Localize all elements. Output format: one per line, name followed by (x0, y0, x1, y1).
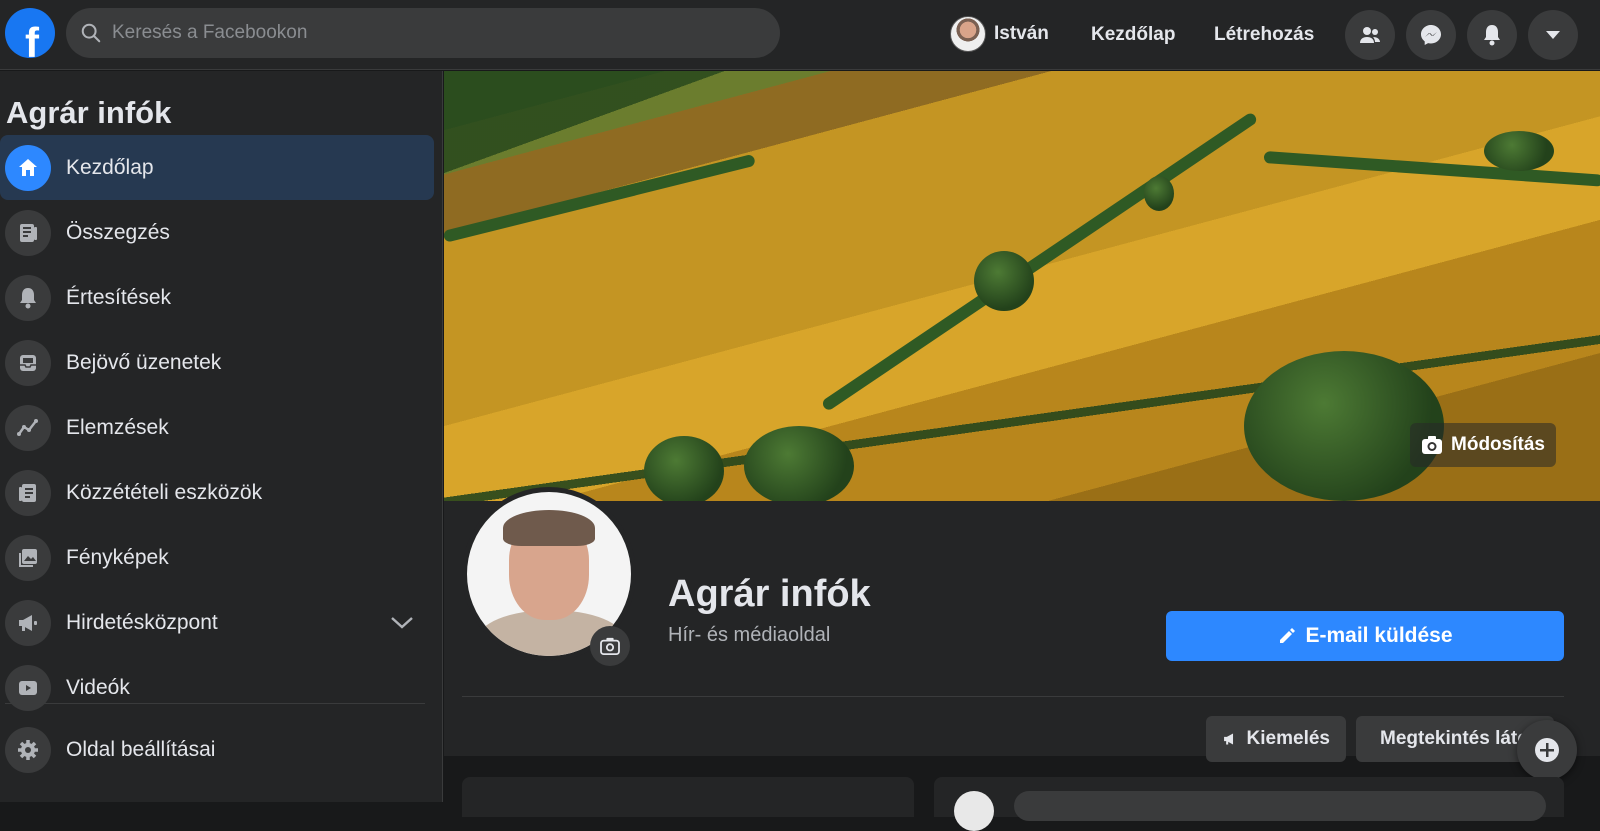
sidebar-item-label: Közzétételi eszközök (66, 480, 263, 504)
chart-icon (5, 404, 51, 451)
header-divider (462, 696, 1564, 697)
home-icon (5, 144, 51, 191)
pencil-icon (1280, 628, 1296, 643)
bell-icon (1484, 25, 1500, 46)
promote-button[interactable]: Kiemelés (1206, 716, 1346, 762)
create-post-card (934, 777, 1564, 831)
news-icon (5, 209, 51, 256)
megaphone-icon (1224, 733, 1234, 745)
cover-hedgerow (820, 111, 1259, 412)
search-icon (81, 23, 101, 43)
sidebar-item-insights[interactable]: Elemzések (0, 395, 434, 460)
sidebar-item-label: Fényképek (66, 545, 169, 569)
friends-button[interactable] (1345, 10, 1395, 60)
cover-photo[interactable]: Módosítás (444, 71, 1600, 501)
megaphone-icon (5, 599, 51, 646)
messenger-icon (1421, 25, 1441, 45)
page-title: Agrár infók (668, 573, 871, 615)
avatar (954, 791, 994, 831)
sidebar-item-label: Oldal beállításai (66, 737, 216, 761)
account-menu-button[interactable] (1528, 10, 1578, 60)
edit-profile-picture-button[interactable] (590, 626, 630, 666)
page-sidebar: Agrár infók Kezdőlap Összegzés Értesítés… (0, 71, 443, 802)
sidebar-item-label: Összegzés (66, 220, 170, 244)
sidebar-item-summary[interactable]: Összegzés (0, 200, 434, 265)
page-category: Hír- és médiaoldal (668, 624, 831, 646)
gear-icon (5, 726, 51, 773)
publishing-tools-icon (5, 469, 51, 516)
send-email-label: E-mail küldése (1305, 624, 1453, 647)
notifications-button[interactable] (1467, 10, 1517, 60)
sidebar-item-home[interactable]: Kezdőlap (0, 135, 434, 200)
sidebar-item-label: Hirdetésközpont (66, 610, 218, 634)
camera-icon (1422, 436, 1443, 454)
top-navigation-bar: f István Kezdőlap Létrehozás (0, 0, 1600, 70)
cover-hedgerow (444, 153, 756, 243)
edit-cover-button[interactable]: Módosítás (1410, 423, 1556, 467)
camera-icon (600, 637, 620, 655)
nav-home-link[interactable]: Kezdőlap (1091, 24, 1175, 46)
send-email-button[interactable]: E-mail küldése (1166, 611, 1564, 661)
sidebar-item-label: Bejövő üzenetek (66, 350, 222, 374)
sidebar-item-ad-center[interactable]: Hirdetésközpont (0, 590, 434, 655)
sidebar-item-inbox[interactable]: Bejövő üzenetek (0, 330, 434, 395)
promote-label: Kiemelés (1246, 728, 1330, 749)
sidebar-item-publishing-tools[interactable]: Közzétételi eszközök (0, 460, 434, 525)
sidebar-divider (5, 703, 425, 704)
plus-icon (1535, 738, 1559, 762)
cover-tree (1144, 176, 1174, 211)
left-content-card (462, 777, 914, 817)
cover-tree (974, 251, 1034, 311)
sidebar-item-label: Értesítések (66, 285, 172, 309)
sidebar-item-notifications[interactable]: Értesítések (0, 265, 434, 330)
chevron-down-icon[interactable] (390, 616, 414, 630)
sidebar-item-label: Kezdőlap (66, 155, 154, 179)
sidebar-item-label: Elemzések (66, 415, 169, 439)
photos-icon (5, 534, 51, 581)
bell-icon (5, 274, 51, 321)
sidebar-page-title: Agrár infók (6, 95, 172, 130)
page-header-card: Agrár infók Hír- és médiaoldal E-mail kü… (444, 487, 1600, 762)
inbox-icon (5, 339, 51, 386)
avatar (950, 16, 986, 52)
cover-tree (744, 426, 854, 501)
create-post-input[interactable] (1014, 791, 1546, 821)
sidebar-item-page-settings[interactable]: Oldal beállításai (0, 717, 434, 782)
profile-picture-hair (503, 510, 595, 546)
messenger-button[interactable] (1406, 10, 1456, 60)
page-main-content: Módosítás Agrár infók Hír- és médiaoldal… (444, 71, 1600, 831)
caret-down-icon (1546, 31, 1560, 39)
search-input[interactable] (112, 22, 732, 44)
facebook-logo[interactable]: f (5, 8, 55, 58)
search-box[interactable] (66, 8, 780, 58)
profile-shortcut[interactable]: István (950, 15, 1049, 53)
sidebar-item-photos[interactable]: Fényképek (0, 525, 434, 590)
edit-cover-label: Módosítás (1451, 434, 1545, 455)
cover-tree (644, 436, 724, 501)
nav-create-link[interactable]: Létrehozás (1214, 24, 1314, 46)
sidebar-item-label: Videók (66, 675, 130, 699)
sidebar-item-videos[interactable]: Videók (0, 655, 434, 720)
user-name: István (994, 23, 1049, 44)
friends-icon (1360, 27, 1380, 43)
create-post-fab[interactable] (1517, 720, 1577, 780)
cover-tree (1484, 131, 1554, 171)
